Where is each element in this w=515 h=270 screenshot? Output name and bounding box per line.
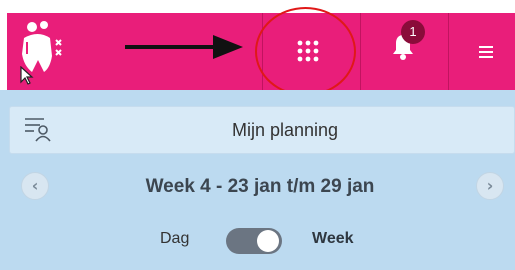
divider	[360, 13, 361, 90]
mouse-cursor-icon	[20, 65, 36, 86]
week-range-title: Week 4 - 23 jan t/m 29 jan	[145, 176, 375, 197]
hamburger-menu-icon	[479, 43, 493, 58]
notification-count-badge: 1	[401, 20, 425, 44]
annotation-arrow-icon	[125, 34, 243, 60]
chevron-right-icon: ›	[486, 176, 494, 195]
previous-week-button[interactable]: ‹	[21, 172, 49, 200]
next-week-button[interactable]: ›	[476, 172, 504, 200]
toggle-label-day[interactable]: Dag	[160, 230, 189, 248]
divider	[448, 13, 449, 90]
chevron-left-icon: ‹	[31, 176, 39, 195]
annotation-highlight-circle	[255, 7, 356, 96]
page-title: Mijn planning	[231, 120, 339, 140]
toggle-knob[interactable]	[257, 230, 279, 252]
toggle-label-week[interactable]: Week	[312, 230, 354, 248]
